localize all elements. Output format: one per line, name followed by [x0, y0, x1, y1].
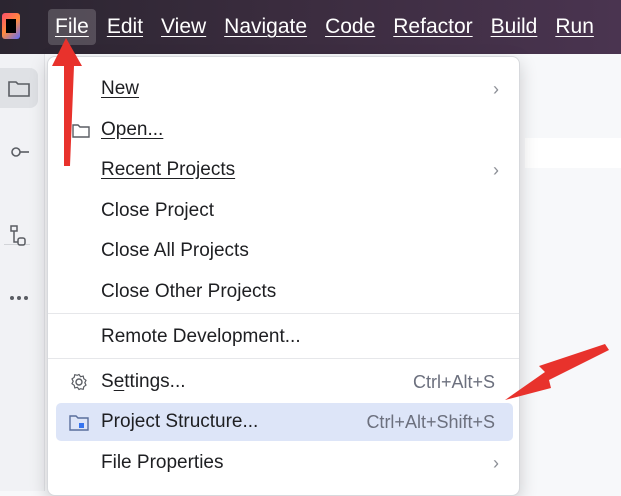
- menu-item-close-other-projects[interactable]: Close Other Projects: [56, 273, 513, 311]
- menu-item-shortcut: Ctrl+Alt+S: [412, 371, 495, 392]
- menu-item-open[interactable]: Open...: [56, 111, 513, 149]
- menu-item-shortcut: Ctrl+Alt+Shift+S: [366, 411, 495, 432]
- menu-item-settings[interactable]: Settings... Ctrl+Alt+S: [56, 363, 513, 401]
- menu-item-close-project[interactable]: Close Project: [56, 192, 513, 230]
- menu-item-new[interactable]: New ›: [56, 70, 513, 108]
- menu-separator: [48, 358, 519, 359]
- menu-view[interactable]: View: [154, 9, 213, 45]
- file-menu-dropdown: New › Open... Recent Projects › Close Pr…: [47, 56, 520, 496]
- project-structure-icon: [68, 411, 90, 433]
- menu-item-close-all-projects[interactable]: Close All Projects: [56, 232, 513, 270]
- menu-item-recent-projects[interactable]: Recent Projects ›: [56, 151, 513, 189]
- menu-item-file-properties[interactable]: File Properties ›: [56, 444, 513, 482]
- chevron-right-icon: ›: [493, 78, 499, 99]
- menu-refactor[interactable]: Refactor: [386, 9, 479, 45]
- tool-window-strip: [0, 54, 45, 491]
- menu-item-label: Recent Projects: [101, 159, 236, 180]
- structure-icon[interactable]: [0, 216, 38, 256]
- menu-item-remote-development[interactable]: Remote Development...: [56, 318, 513, 356]
- commit-icon[interactable]: [0, 132, 38, 172]
- folder-icon: [70, 119, 92, 141]
- menu-item-label: Close Project: [101, 200, 214, 221]
- title-bar: File Edit View Navigate Code Refactor Bu…: [0, 0, 621, 54]
- menu-item-label: File Properties: [101, 452, 224, 473]
- menu-item-label: Close All Projects: [101, 240, 249, 261]
- menu-item-label: Close Other Projects: [101, 281, 277, 302]
- menu-item-project-structure[interactable]: Project Structure... Ctrl+Alt+Shift+S: [56, 403, 513, 441]
- main-menu-bar: File Edit View Navigate Code Refactor Bu…: [48, 0, 605, 54]
- menu-file[interactable]: File: [48, 9, 96, 45]
- menu-separator: [48, 313, 519, 314]
- menu-item-label: Settings...: [101, 371, 186, 392]
- menu-code[interactable]: Code: [318, 9, 382, 45]
- menu-edit[interactable]: Edit: [100, 9, 150, 45]
- app-logo-icon[interactable]: [2, 13, 20, 39]
- editor-white-panel: [525, 138, 621, 168]
- menu-item-label: Remote Development...: [101, 326, 301, 347]
- menu-navigate[interactable]: Navigate: [217, 9, 314, 45]
- gear-icon: [68, 371, 90, 393]
- menu-run[interactable]: Run: [548, 9, 601, 45]
- menu-build[interactable]: Build: [484, 9, 545, 45]
- menu-item-label: Open...: [101, 119, 164, 140]
- chevron-right-icon: ›: [493, 452, 499, 473]
- menu-item-label: Project Structure...: [101, 411, 259, 432]
- more-icon[interactable]: [0, 278, 38, 318]
- chevron-right-icon: ›: [493, 159, 499, 180]
- project-folder-icon[interactable]: [0, 68, 38, 108]
- menu-item-label: New: [101, 78, 140, 99]
